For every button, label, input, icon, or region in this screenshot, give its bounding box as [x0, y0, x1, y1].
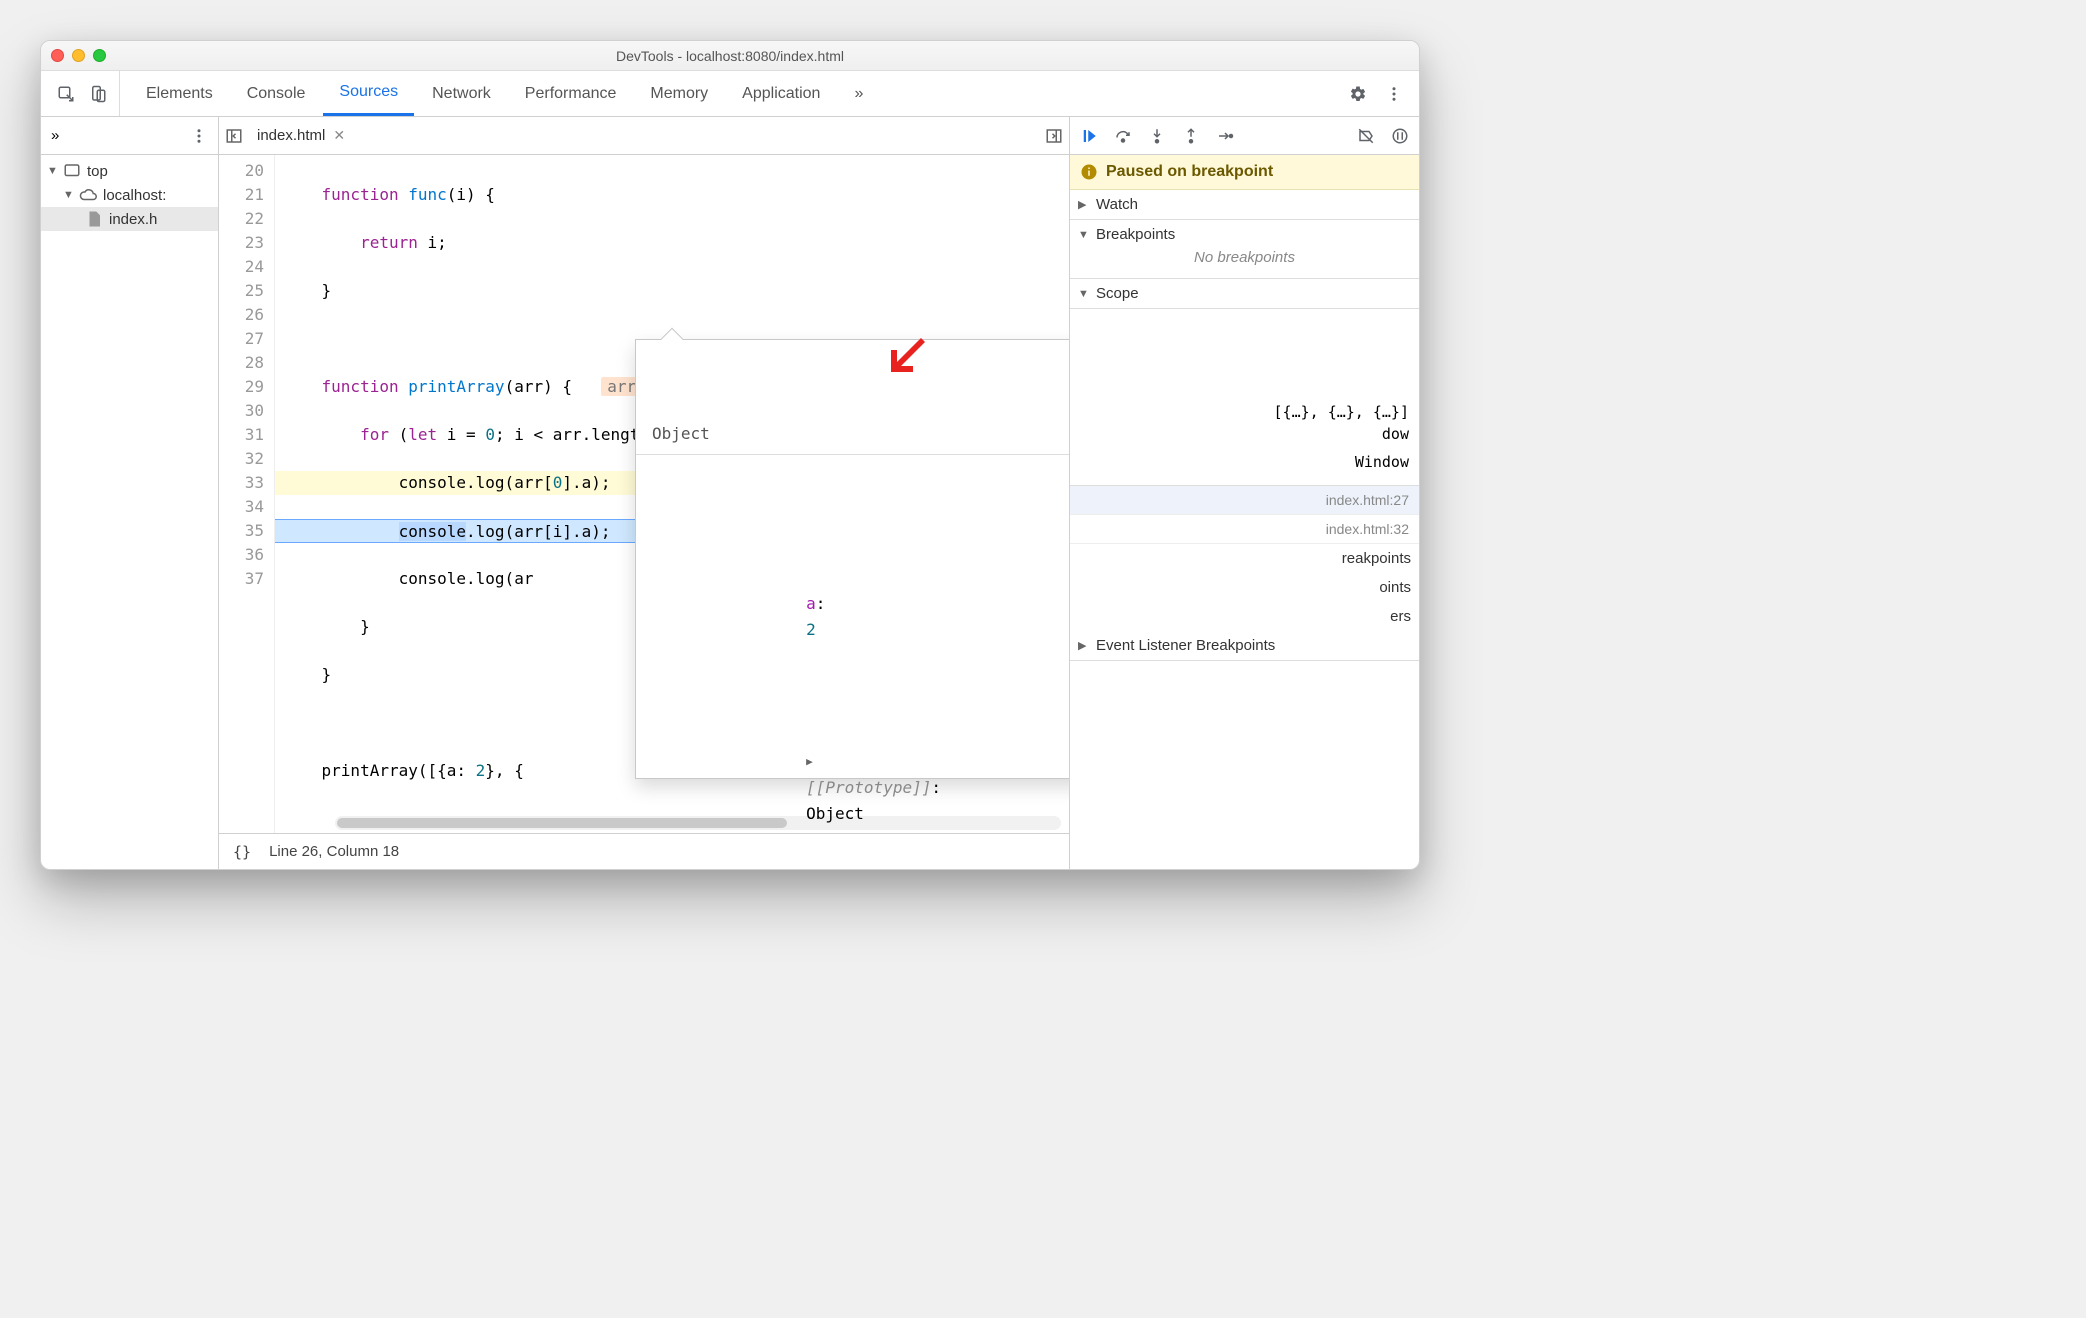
scope-value-fragment: Window	[1086, 451, 1409, 473]
cursor-position: Line 26, Column 18	[269, 843, 399, 860]
paused-banner: Paused on breakpoint	[1070, 155, 1419, 190]
navigator-toolbar: »	[41, 117, 218, 155]
section-title: Breakpoints	[1096, 226, 1175, 243]
section-title: Scope	[1096, 285, 1139, 302]
paused-text: Paused on breakpoint	[1106, 163, 1273, 181]
callstack-row[interactable]: index.html:27	[1070, 486, 1419, 515]
tab-network[interactable]: Network	[416, 71, 507, 116]
tab-elements[interactable]: Elements	[130, 71, 229, 116]
tree-label: top	[87, 163, 108, 180]
callstack-location: index.html:32	[1326, 521, 1409, 537]
chevron-right-icon: ▶	[806, 749, 816, 775]
property-value: 2	[806, 620, 816, 639]
devtools-window: DevTools - localhost:8080/index.html Ele…	[40, 40, 1420, 870]
step-over-icon[interactable]	[1114, 127, 1132, 145]
pretty-print-button[interactable]: {}	[233, 843, 251, 861]
deactivate-breakpoints-icon[interactable]	[1357, 127, 1375, 145]
tree-label: index.h	[109, 211, 157, 228]
scope-value-fragment: dow	[1086, 423, 1409, 445]
navigator-pane: » ▼ top ▼ localhost:	[41, 117, 219, 869]
scope-body-partial: [{…}, {…}, {…}] dow Window index.html:27…	[1070, 309, 1419, 869]
editor-tabbar: index.html ✕	[219, 117, 1069, 155]
step-into-icon[interactable]	[1148, 127, 1166, 145]
chevron-right-icon: ▶	[1078, 198, 1090, 211]
popup-title: Object	[636, 412, 1069, 455]
section-fragment: reakpoints	[1070, 544, 1419, 573]
toggle-navigator-icon[interactable]	[225, 127, 243, 145]
more-options-icon[interactable]	[1385, 85, 1403, 103]
section-title: Event Listener Breakpoints	[1096, 637, 1275, 654]
more-options-icon[interactable]	[190, 127, 208, 145]
editor-tab-index[interactable]: index.html ✕	[249, 117, 353, 154]
frame-icon	[63, 162, 81, 180]
step-out-icon[interactable]	[1182, 127, 1200, 145]
scope-section[interactable]: ▼ Scope	[1070, 279, 1419, 309]
popup-property[interactable]: a: 2	[652, 565, 1069, 669]
breakpoints-section[interactable]: ▼ Breakpoints No breakpoints	[1070, 220, 1419, 279]
line-gutter: 202122232425262728293031323334353637	[219, 155, 275, 833]
step-icon[interactable]	[1216, 127, 1234, 145]
cloud-icon	[79, 186, 97, 204]
titlebar: DevTools - localhost:8080/index.html	[41, 41, 1419, 71]
breakpoints-empty: No breakpoints	[1078, 243, 1411, 272]
chevron-right-icon: ▶	[1078, 639, 1090, 652]
debugger-toolbar	[1070, 117, 1419, 155]
main-area: » ▼ top ▼ localhost:	[41, 117, 1419, 869]
event-listener-breakpoints-section[interactable]: ▶ Event Listener Breakpoints	[1070, 631, 1419, 661]
editor-pane: index.html ✕ 202122232425262728293031323…	[219, 117, 1069, 869]
main-tabbar: Elements Console Sources Network Perform…	[41, 71, 1419, 117]
close-tab-icon[interactable]: ✕	[333, 127, 345, 144]
section-fragment: oints	[1070, 573, 1419, 602]
tree-node-host[interactable]: ▼ localhost:	[41, 183, 218, 207]
inspect-element-icon[interactable]	[57, 85, 75, 103]
object-hover-popup[interactable]: Object a: 2 ▶ [[Prototype]]: Object	[635, 339, 1069, 779]
tab-console[interactable]: Console	[231, 71, 322, 116]
callstack-row[interactable]: index.html:32	[1070, 515, 1419, 544]
file-tree: ▼ top ▼ localhost:	[41, 155, 218, 235]
tree-node-top[interactable]: ▼ top	[41, 159, 218, 183]
property-key: a	[806, 594, 816, 613]
scope-value-fragment: [{…}, {…}, {…}]	[1086, 401, 1409, 423]
navigator-overflow-button[interactable]: »	[51, 127, 59, 144]
prototype-value: Object	[806, 804, 864, 823]
tab-memory[interactable]: Memory	[634, 71, 724, 116]
section-title: Watch	[1096, 196, 1138, 213]
tab-performance[interactable]: Performance	[509, 71, 633, 116]
debugger-pane: Paused on breakpoint ▶ Watch ▼ Breakpoints…	[1069, 117, 1419, 869]
resume-icon[interactable]	[1080, 127, 1098, 145]
editor-statusbar: {} Line 26, Column 18	[219, 833, 1069, 869]
tab-sources[interactable]: Sources	[323, 71, 414, 116]
chevron-down-icon: ▼	[1078, 229, 1090, 241]
prototype-label: [[Prototype]]	[806, 778, 931, 797]
code-area[interactable]: function func(i) { return i; } function …	[275, 155, 1069, 833]
watch-section[interactable]: ▶ Watch	[1070, 190, 1419, 220]
popup-prototype-row[interactable]: ▶ [[Prototype]]: Object	[652, 721, 1069, 833]
device-toolbar-icon[interactable]	[89, 85, 107, 103]
info-icon	[1080, 163, 1098, 181]
chevron-down-icon: ▼	[47, 165, 57, 177]
popup-body: a: 2 ▶ [[Prototype]]: Object	[636, 503, 1069, 833]
tab-application[interactable]: Application	[726, 71, 836, 116]
tree-label: localhost:	[103, 187, 166, 204]
window-title: DevTools - localhost:8080/index.html	[41, 48, 1419, 64]
callstack-location: index.html:27	[1326, 492, 1409, 508]
tabs-overflow-button[interactable]: »	[838, 71, 879, 116]
toggle-debugger-icon[interactable]	[1045, 127, 1063, 145]
tree-node-file[interactable]: index.h	[41, 207, 218, 231]
chevron-down-icon: ▼	[63, 189, 73, 201]
pause-on-exceptions-icon[interactable]	[1391, 127, 1409, 145]
code-editor[interactable]: 202122232425262728293031323334353637 fun…	[219, 155, 1069, 833]
file-icon	[85, 210, 103, 228]
editor-tab-label: index.html	[257, 127, 325, 144]
settings-gear-icon[interactable]	[1349, 85, 1367, 103]
chevron-down-icon: ▼	[1078, 288, 1090, 300]
section-fragment: ers	[1070, 602, 1419, 631]
